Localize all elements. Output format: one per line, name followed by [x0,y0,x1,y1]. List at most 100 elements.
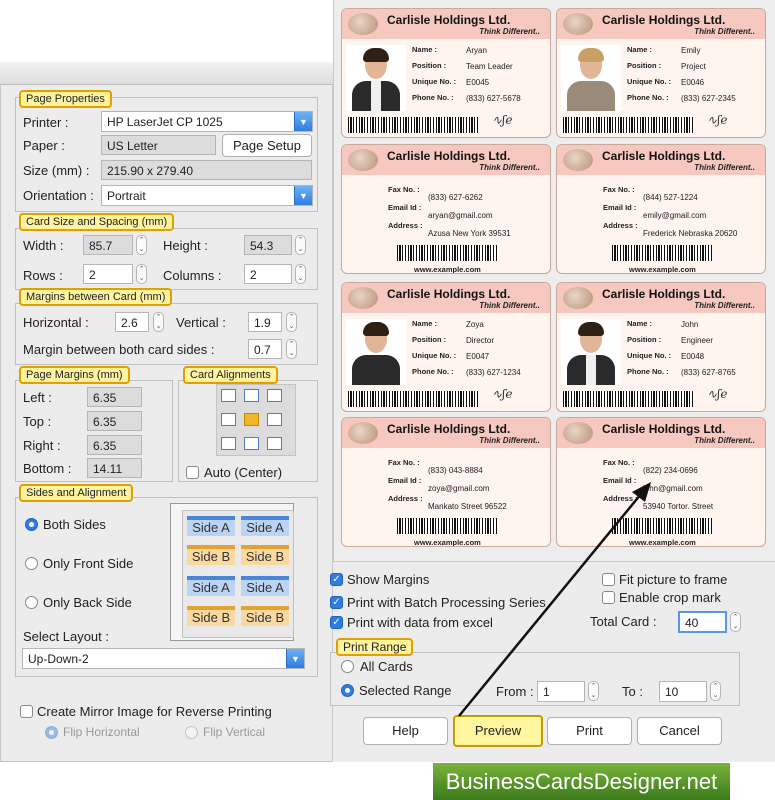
print-button[interactable]: Print [547,717,632,745]
card-company-name: Carlisle Holdings Ltd. [387,149,511,163]
auto-center-label: Auto (Center) [204,465,283,480]
align-top-right-icon[interactable] [267,389,282,402]
align-middle-right-icon[interactable] [267,413,282,426]
excel-checkbox[interactable]: ✓ [330,616,343,629]
flip-vertical-radio[interactable] [185,726,198,739]
align-top-center-icon[interactable] [244,389,259,402]
rows-field[interactable]: 2 [83,264,133,284]
front-side-radio[interactable] [25,557,38,570]
field-label-name: Name : [627,319,653,328]
align-top-left-icon[interactable] [221,389,236,402]
right-margin-field[interactable]: 6.35 [87,435,142,455]
back-side-label: Only Back Side [43,595,132,610]
back-side-radio[interactable] [25,596,38,609]
from-stepper[interactable]: ⌃ ⌄ [588,681,599,701]
printer-value: HP LaserJet CP 1025 [107,115,223,129]
field-label-position: Position : [627,335,662,344]
columns-stepper[interactable]: ⌃ ⌄ [295,264,306,284]
field-value-unique: E0048 [681,352,705,361]
panel-titlebar [0,62,333,85]
columns-field[interactable]: 2 [244,264,292,284]
crop-mark-checkbox[interactable] [602,591,615,604]
field-label-phone: Phone No. : [627,367,669,376]
employee-photo [561,45,621,111]
field-value-phone: (833) 627-5678 [466,94,521,103]
fit-picture-checkbox[interactable] [602,573,615,586]
website-label: www.example.com [629,265,696,274]
show-margins-checkbox[interactable]: ✓ [330,573,343,586]
flip-horizontal-radio[interactable] [45,726,58,739]
field-value-email: emily@gmail.com [643,211,707,220]
layout-select[interactable]: Up-Down-2 ▼ [22,648,305,669]
card-company-name: Carlisle Holdings Ltd. [602,287,726,301]
to-stepper[interactable]: ⌃ ⌄ [710,681,721,701]
left-margin-field[interactable]: 6.35 [87,387,142,407]
both-sides-margin-stepper[interactable]: ⌃ ⌄ [286,339,297,359]
preview-side-a: Side A [241,576,289,596]
total-card-field[interactable]: 40 [678,611,727,633]
card-back: Carlisle Holdings Ltd. Think Different.. F… [341,417,551,547]
help-button[interactable]: Help [363,717,448,745]
align-middle-left-icon[interactable] [221,413,236,426]
card-back: Carlisle Holdings Ltd. Think Different.. F… [341,144,551,274]
sides-title: Sides and Alignment [19,484,134,502]
all-cards-radio[interactable] [341,660,354,673]
page-setup-button[interactable]: Page Setup [222,134,312,157]
field-value-unique: E0045 [466,78,490,87]
preview-side-a: Side A [241,516,289,536]
preview-button[interactable]: Preview [453,715,543,747]
vertical-field[interactable]: 1.9 [248,312,282,332]
photo-body [567,81,615,111]
total-card-stepper[interactable]: ⌃ ⌄ [730,612,741,632]
orientation-select[interactable]: Portrait ▼ [101,185,313,206]
barcode [612,245,712,261]
website-label: www.example.com [629,538,696,547]
to-label: To : [622,684,643,699]
field-label-fax: Fax No. : [603,458,635,467]
selected-range-label: Selected Range [359,683,452,698]
width-field[interactable]: 85.7 [83,235,133,255]
printer-select[interactable]: HP LaserJet CP 1025 ▼ [101,111,313,132]
show-margins-label: Show Margins [347,572,430,587]
both-sides-margin-field[interactable]: 0.7 [248,339,282,359]
photo-body [352,355,400,385]
signature: ∿ʃe [707,113,728,127]
top-margin-field[interactable]: 6.35 [87,411,142,431]
align-bottom-center-icon[interactable] [244,437,259,450]
field-value-address: 53940 Tortor. Street [643,502,714,511]
field-label-address: Address : [388,221,423,230]
align-bottom-left-icon[interactable] [221,437,236,450]
rows-stepper[interactable]: ⌃ ⌄ [136,264,147,284]
cancel-button[interactable]: Cancel [637,717,722,745]
mirror-checkbox[interactable] [20,705,33,718]
print-range-title: Print Range [336,638,414,656]
horizontal-stepper[interactable]: ⌃ ⌄ [153,312,164,332]
preview-side-b: Side B [241,545,289,565]
width-stepper[interactable]: ⌃ ⌄ [136,235,147,255]
all-cards-label: All Cards [360,659,413,674]
both-sides-radio[interactable] [25,518,38,531]
bottom-margin-field[interactable]: 14.11 [87,458,142,478]
batch-checkbox[interactable]: ✓ [330,596,343,609]
photo-hair [578,48,604,62]
signature: ∿ʃe [492,387,513,401]
both-sides-margin-label: Margin between both card sides : [23,342,215,357]
paper-field[interactable]: US Letter [101,135,216,155]
vertical-stepper[interactable]: ⌃ ⌄ [286,312,297,332]
height-stepper[interactable]: ⌃ ⌄ [295,235,306,255]
field-value-name: Zoya [466,320,484,329]
layout-label: Select Layout : [23,629,109,644]
handshake-logo-icon [348,287,378,309]
field-label-unique: Unique No. : [412,77,457,86]
field-label-fax: Fax No. : [603,185,635,194]
selected-range-radio[interactable] [341,684,354,697]
to-field[interactable]: 10 [659,681,707,702]
horizontal-field[interactable]: 2.6 [115,312,149,332]
front-side-label: Only Front Side [43,556,134,571]
align-bottom-right-icon[interactable] [267,437,282,450]
align-middle-center-icon[interactable] [244,413,259,426]
from-field[interactable]: 1 [537,681,585,702]
height-field[interactable]: 54.3 [244,235,292,255]
size-field[interactable]: 215.90 x 279.40 [101,160,312,180]
auto-center-checkbox[interactable] [186,466,199,479]
